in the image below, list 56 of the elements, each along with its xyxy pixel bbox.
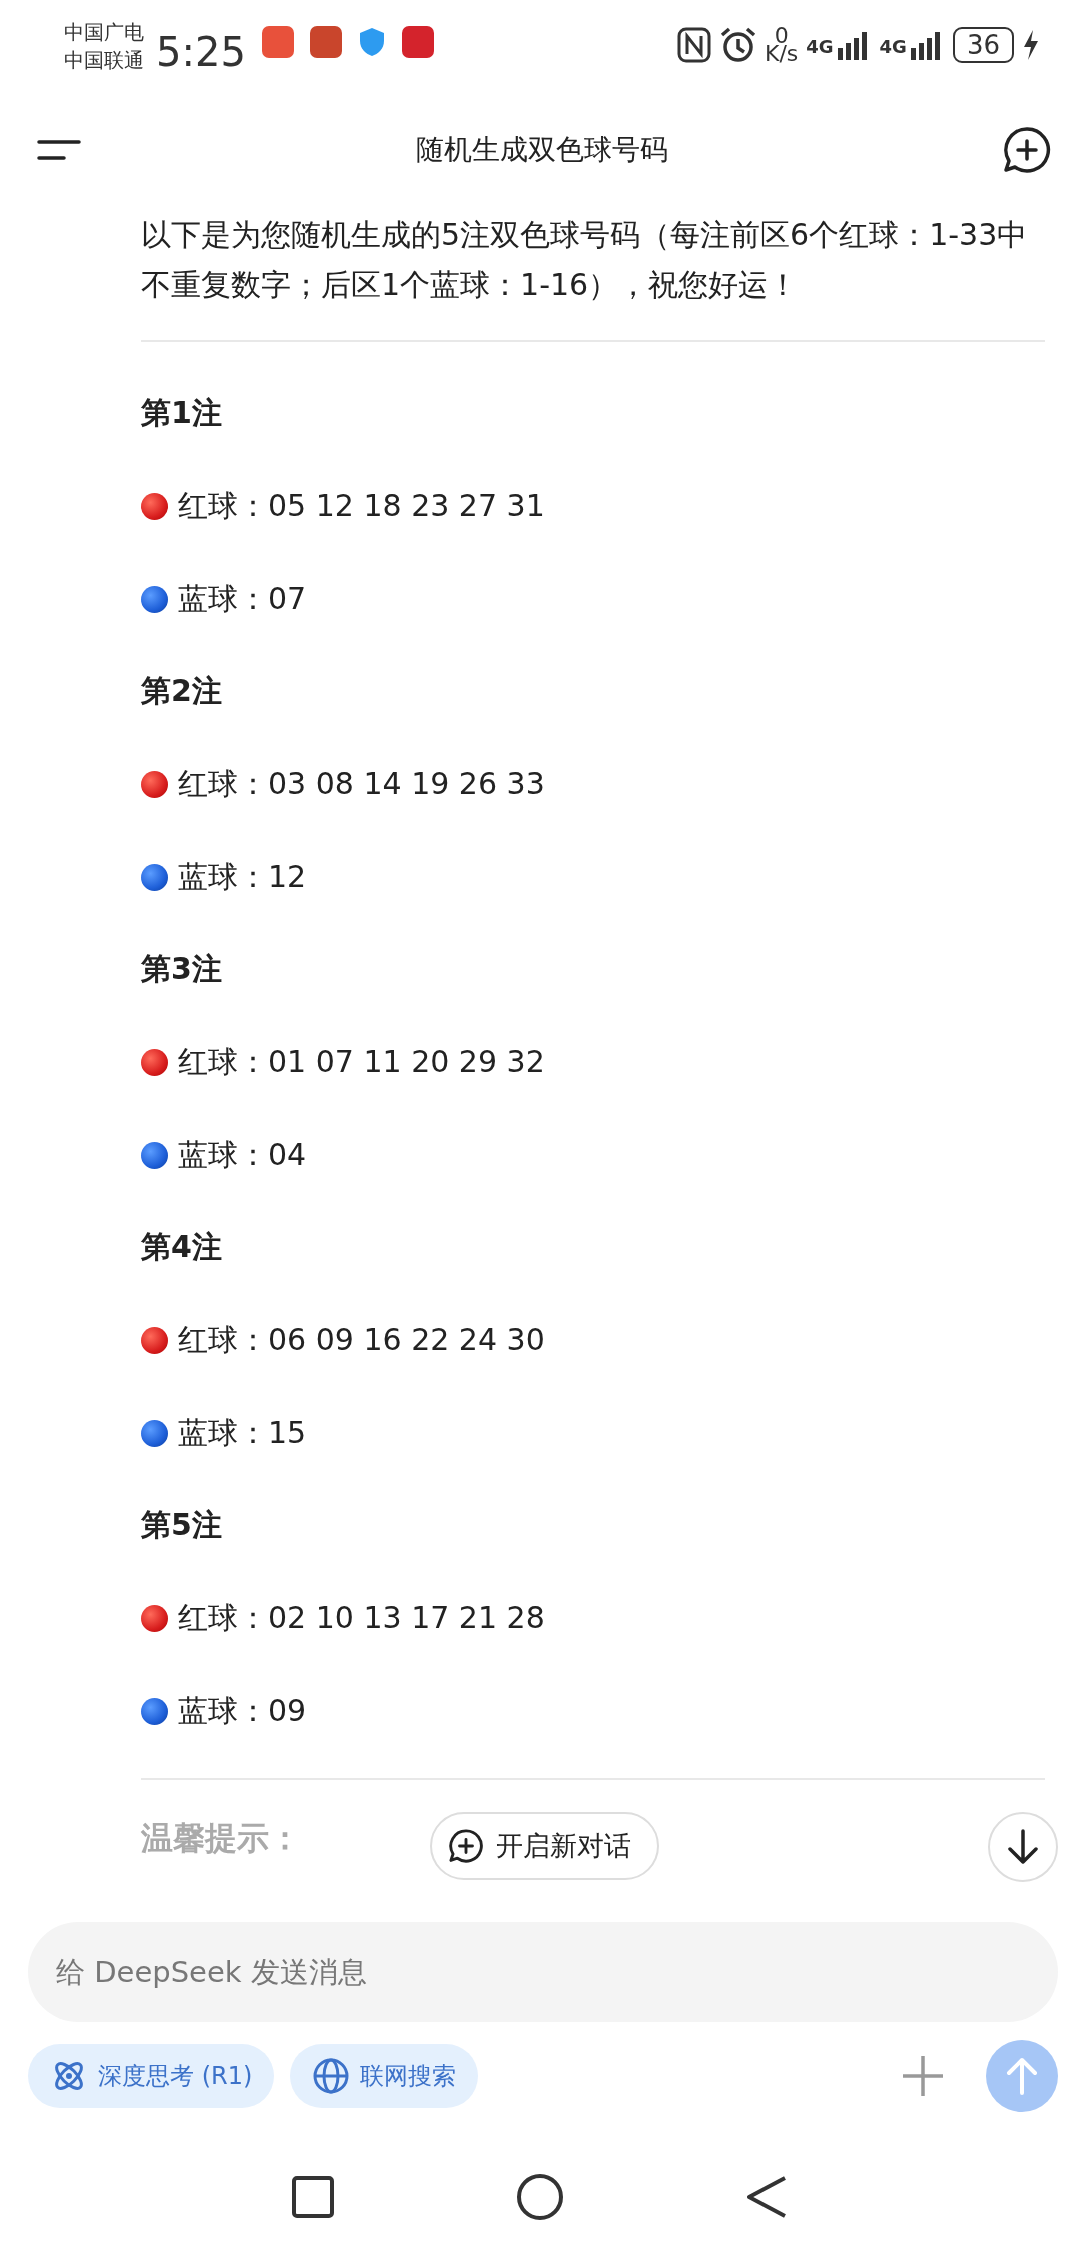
ball-numbers: 红球：03 08 14 19 26 33 [178,765,545,803]
arrow-up-icon [1005,2056,1039,2096]
menu-icon[interactable] [36,138,82,162]
add-icon[interactable] [900,2053,946,2099]
web-search-toggle[interactable]: 联网搜索 [290,2044,479,2108]
ball-icon [141,492,168,520]
ball-numbers: 蓝球：12 [178,858,307,896]
ball-icon [141,1419,168,1447]
speed-value: 0 [774,27,789,45]
new-chat-button[interactable]: 开启新对话 [430,1812,659,1880]
nfc-icon [676,27,711,63]
ticket-title: 第5注 [141,1506,223,1544]
network-type: 4G [879,35,907,59]
carrier-name: 中国广电 [64,19,144,46]
ball-icon [141,1326,168,1354]
carrier-name: 中国联通 [64,47,144,74]
ball-numbers: 蓝球：04 [178,1136,307,1174]
deep-think-toggle[interactable]: 深度思考 (R1) [28,2044,275,2108]
chat-plus-icon [448,1828,484,1864]
message-field[interactable]: 给 DeepSeek 发送消息 [28,1922,1058,2022]
ball-icon [141,770,168,798]
shield-icon [357,26,386,58]
ball-numbers: 红球：06 09 16 22 24 30 [178,1321,545,1359]
ball-icon [141,1048,168,1076]
app-icon [261,26,294,58]
new-chat-icon[interactable] [1002,125,1052,175]
ticket-title: 第3注 [141,950,223,988]
app-icon [401,26,434,58]
ball-icon [141,585,168,613]
ball-numbers: 蓝球：07 [178,580,307,618]
ticket-title: 第4注 [141,1228,223,1266]
ticket-title: 第1注 [141,394,223,432]
ball-icon [141,1604,168,1632]
ball-icon [141,863,168,891]
ball-numbers: 红球：02 10 13 17 21 28 [178,1599,545,1637]
ball-numbers: 蓝球：09 [178,1692,307,1730]
speed-unit: K/s [764,45,799,63]
app-icon [309,26,342,58]
recents-icon[interactable] [290,2175,335,2219]
battery-level: 36 [952,27,1014,63]
chat-title: 随机生成双色球号码 [416,132,668,168]
ticket-title: 第2注 [141,672,223,710]
globe-icon [312,2057,351,2095]
arrow-down-icon [1006,1828,1040,1866]
network-type: 4G [806,35,834,59]
intro-text: 以下是为您随机生成的5注双色球号码（每注前区6个红球：1-33中不重复数字；后区1个蓝球：1-16），祝您好运！ [141,216,1029,304]
home-icon[interactable] [516,2173,564,2221]
tip-heading: 温馨提示： [141,1818,301,1859]
ball-icon [141,1141,168,1169]
charging-icon [1022,29,1040,61]
ball-numbers: 红球：05 12 18 23 27 31 [178,487,545,525]
ball-numbers: 红球：01 07 11 20 29 32 [178,1043,545,1081]
ball-icon [141,1697,168,1725]
alarm-icon [718,26,757,64]
clock: 5:25 [156,28,246,77]
ball-numbers: 蓝球：15 [178,1414,307,1452]
